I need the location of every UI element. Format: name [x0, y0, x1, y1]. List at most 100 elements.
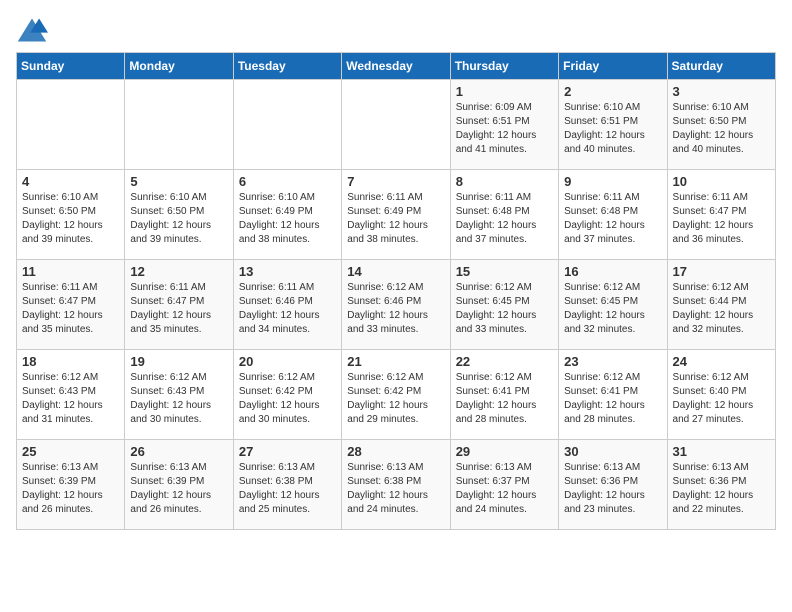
day-header-thursday: Thursday: [450, 53, 558, 80]
calendar-cell: 3 Sunrise: 6:10 AM Sunset: 6:50 PM Daylig…: [667, 80, 775, 170]
calendar-cell: 21Sunrise: 6:12 AM Sunset: 6:42 PM Dayli…: [342, 350, 450, 440]
calendar-cell: 16Sunrise: 6:12 AM Sunset: 6:45 PM Dayli…: [559, 260, 667, 350]
day-info: Sunrise: 6:12 AM Sunset: 6:45 PM Dayligh…: [456, 281, 553, 337]
day-info: Sunrise: 6:13 AM Sunset: 6:38 PM Dayligh…: [239, 461, 336, 517]
calendar-cell: [342, 80, 450, 170]
day-info: Sunrise: 6:12 AM Sunset: 6:42 PM Dayligh…: [239, 371, 336, 427]
calendar-cell: 17 Sunrise: 6:12 AM Sunset: 6:44 PM Dayli…: [667, 260, 775, 350]
calendar-cell: 2 Sunrise: 6:10 AM Sunset: 6:51 PM Daylig…: [559, 80, 667, 170]
calendar-cell: 6 Sunrise: 6:10 AM Sunset: 6:49 PM Daylig…: [233, 170, 341, 260]
calendar-cell: 15Sunrise: 6:12 AM Sunset: 6:45 PM Dayli…: [450, 260, 558, 350]
day-info: Sunrise: 6:11 AM Sunset: 6:48 PM Dayligh…: [564, 191, 661, 247]
day-info: Sunrise: 6:12 AM Sunset: 6:42 PM Dayligh…: [347, 371, 444, 427]
day-number: 25: [22, 444, 119, 459]
day-number: 8: [456, 174, 553, 189]
calendar-cell: 10Sunrise: 6:11 AM Sunset: 6:47 PM Dayli…: [667, 170, 775, 260]
day-number: 27: [239, 444, 336, 459]
day-info: Sunrise: 6:12 AM Sunset: 6:41 PM Dayligh…: [564, 371, 661, 427]
day-number: 9: [564, 174, 661, 189]
day-info: Sunrise: 6:12 AM Sunset: 6:40 PM Dayligh…: [673, 371, 770, 427]
day-number: 3: [673, 84, 770, 99]
calendar-cell: 31 Sunrise: 6:13 AM Sunset: 6:36 PM Dayli…: [667, 440, 775, 530]
calendar-cell: 30 Sunrise: 6:13 AM Sunset: 6:36 PM Dayli…: [559, 440, 667, 530]
day-info: Sunrise: 6:12 AM Sunset: 6:41 PM Dayligh…: [456, 371, 553, 427]
calendar-week-row: 25 Sunrise: 6:13 AM Sunset: 6:39 PM Dayli…: [17, 440, 776, 530]
calendar-cell: 5 Sunrise: 6:10 AM Sunset: 6:50 PM Daylig…: [125, 170, 233, 260]
day-header-wednesday: Wednesday: [342, 53, 450, 80]
calendar-cell: 11 Sunrise: 6:11 AM Sunset: 6:47 PM Dayli…: [17, 260, 125, 350]
day-info: Sunrise: 6:10 AM Sunset: 6:50 PM Dayligh…: [22, 191, 119, 247]
day-info: Sunrise: 6:13 AM Sunset: 6:38 PM Dayligh…: [347, 461, 444, 517]
day-info: Sunrise: 6:11 AM Sunset: 6:46 PM Dayligh…: [239, 281, 336, 337]
day-header-friday: Friday: [559, 53, 667, 80]
day-info: Sunrise: 6:12 AM Sunset: 6:43 PM Dayligh…: [130, 371, 227, 427]
day-number: 28: [347, 444, 444, 459]
day-info: Sunrise: 6:12 AM Sunset: 6:45 PM Dayligh…: [564, 281, 661, 337]
calendar-cell: 24 Sunrise: 6:12 AM Sunset: 6:40 PM Dayli…: [667, 350, 775, 440]
day-number: 30: [564, 444, 661, 459]
day-info: Sunrise: 6:13 AM Sunset: 6:39 PM Dayligh…: [130, 461, 227, 517]
day-number: 23: [564, 354, 661, 369]
day-info: Sunrise: 6:12 AM Sunset: 6:44 PM Dayligh…: [673, 281, 770, 337]
calendar-cell: [125, 80, 233, 170]
day-info: Sunrise: 6:13 AM Sunset: 6:39 PM Dayligh…: [22, 461, 119, 517]
calendar-cell: 14Sunrise: 6:12 AM Sunset: 6:46 PM Dayli…: [342, 260, 450, 350]
day-number: 5: [130, 174, 227, 189]
day-number: 11: [22, 264, 119, 279]
calendar-cell: 29 Sunrise: 6:13 AM Sunset: 6:37 PM Dayli…: [450, 440, 558, 530]
calendar-cell: 12Sunrise: 6:11 AM Sunset: 6:47 PM Dayli…: [125, 260, 233, 350]
day-number: 24: [673, 354, 770, 369]
day-info: Sunrise: 6:13 AM Sunset: 6:36 PM Dayligh…: [564, 461, 661, 517]
calendar-cell: 7Sunrise: 6:11 AM Sunset: 6:49 PM Daylig…: [342, 170, 450, 260]
day-header-saturday: Saturday: [667, 53, 775, 80]
day-header-sunday: Sunday: [17, 53, 125, 80]
day-info: Sunrise: 6:12 AM Sunset: 6:43 PM Dayligh…: [22, 371, 119, 427]
day-header-monday: Monday: [125, 53, 233, 80]
calendar-cell: 28 Sunrise: 6:13 AM Sunset: 6:38 PM Dayli…: [342, 440, 450, 530]
calendar-cell: 27 Sunrise: 6:13 AM Sunset: 6:38 PM Dayli…: [233, 440, 341, 530]
day-info: Sunrise: 6:10 AM Sunset: 6:50 PM Dayligh…: [673, 101, 770, 157]
day-number: 17: [673, 264, 770, 279]
calendar-week-row: 18 Sunrise: 6:12 AM Sunset: 6:43 PM Dayli…: [17, 350, 776, 440]
day-number: 13: [239, 264, 336, 279]
day-number: 10: [673, 174, 770, 189]
day-info: Sunrise: 6:10 AM Sunset: 6:49 PM Dayligh…: [239, 191, 336, 247]
day-number: 19: [130, 354, 227, 369]
calendar-cell: [233, 80, 341, 170]
calendar-cell: 19 Sunrise: 6:12 AM Sunset: 6:43 PM Dayli…: [125, 350, 233, 440]
day-number: 18: [22, 354, 119, 369]
calendar-cell: 25 Sunrise: 6:13 AM Sunset: 6:39 PM Dayli…: [17, 440, 125, 530]
day-info: Sunrise: 6:11 AM Sunset: 6:49 PM Dayligh…: [347, 191, 444, 247]
calendar-header-row: SundayMondayTuesdayWednesdayThursdayFrid…: [17, 53, 776, 80]
day-info: Sunrise: 6:11 AM Sunset: 6:47 PM Dayligh…: [130, 281, 227, 337]
calendar-cell: 8 Sunrise: 6:11 AM Sunset: 6:48 PM Daylig…: [450, 170, 558, 260]
day-info: Sunrise: 6:10 AM Sunset: 6:50 PM Dayligh…: [130, 191, 227, 247]
day-number: 6: [239, 174, 336, 189]
day-info: Sunrise: 6:10 AM Sunset: 6:51 PM Dayligh…: [564, 101, 661, 157]
calendar-cell: 4Sunrise: 6:10 AM Sunset: 6:50 PM Daylig…: [17, 170, 125, 260]
day-number: 2: [564, 84, 661, 99]
day-info: Sunrise: 6:11 AM Sunset: 6:48 PM Dayligh…: [456, 191, 553, 247]
day-number: 14: [347, 264, 444, 279]
calendar-cell: 1Sunrise: 6:09 AM Sunset: 6:51 PM Daylig…: [450, 80, 558, 170]
calendar-cell: [17, 80, 125, 170]
day-info: Sunrise: 6:11 AM Sunset: 6:47 PM Dayligh…: [22, 281, 119, 337]
calendar-cell: 20 Sunrise: 6:12 AM Sunset: 6:42 PM Dayli…: [233, 350, 341, 440]
day-info: Sunrise: 6:13 AM Sunset: 6:36 PM Dayligh…: [673, 461, 770, 517]
calendar-week-row: 4Sunrise: 6:10 AM Sunset: 6:50 PM Daylig…: [17, 170, 776, 260]
calendar-week-row: 11 Sunrise: 6:11 AM Sunset: 6:47 PM Dayli…: [17, 260, 776, 350]
logo: [16, 16, 54, 44]
calendar-cell: 22 Sunrise: 6:12 AM Sunset: 6:41 PM Dayli…: [450, 350, 558, 440]
calendar-cell: 23 Sunrise: 6:12 AM Sunset: 6:41 PM Dayli…: [559, 350, 667, 440]
calendar-table: SundayMondayTuesdayWednesdayThursdayFrid…: [16, 52, 776, 530]
calendar-cell: 9 Sunrise: 6:11 AM Sunset: 6:48 PM Daylig…: [559, 170, 667, 260]
day-info: Sunrise: 6:13 AM Sunset: 6:37 PM Dayligh…: [456, 461, 553, 517]
day-number: 20: [239, 354, 336, 369]
day-number: 31: [673, 444, 770, 459]
day-number: 26: [130, 444, 227, 459]
page-header: [16, 16, 776, 44]
calendar-week-row: 1Sunrise: 6:09 AM Sunset: 6:51 PM Daylig…: [17, 80, 776, 170]
day-number: 29: [456, 444, 553, 459]
calendar-cell: 13 Sunrise: 6:11 AM Sunset: 6:46 PM Dayli…: [233, 260, 341, 350]
day-number: 22: [456, 354, 553, 369]
